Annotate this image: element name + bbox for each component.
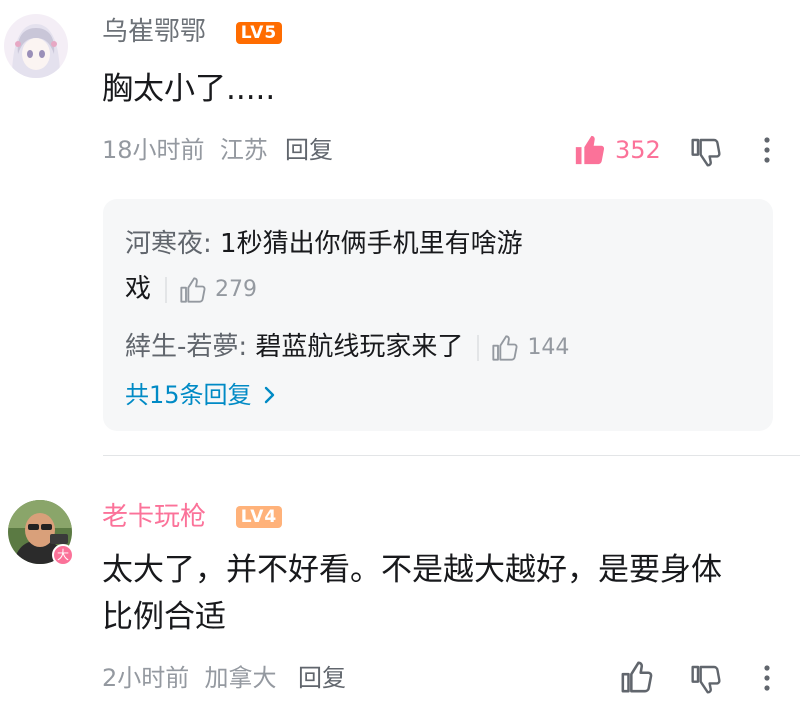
divider <box>103 455 800 456</box>
reply-button[interactable]: 回复 <box>285 135 333 165</box>
chevron-right-icon <box>264 386 274 404</box>
comment-content: 胸太小了..... <box>102 71 276 107</box>
more-replies-label: 共15条回复 <box>125 381 252 409</box>
comment-item: 大 老卡玩枪 LV4 太大了，并不好看。不是越大越好，是要身体 比例合适 2小时… <box>0 460 800 718</box>
sub-reply-like-count: 279 <box>215 276 258 302</box>
level-badge: LV4 <box>236 506 282 528</box>
username[interactable]: 乌崔鄂鄂 <box>102 15 206 49</box>
dislike-icon[interactable] <box>690 135 722 173</box>
comment-time: 18小时前 江苏 <box>102 136 268 164</box>
more-options-icon[interactable] <box>760 663 774 697</box>
username[interactable]: 老卡玩枪 <box>102 500 206 534</box>
sub-reply-author[interactable]: 緈生-若夢 <box>125 332 238 362</box>
sub-reply-text: 碧蓝航线玩家来了 <box>255 332 464 362</box>
comment-location: 江苏 <box>219 136 268 164</box>
like-icon[interactable] <box>620 660 654 698</box>
level-badge: LV5 <box>236 22 282 44</box>
dislike-icon[interactable] <box>690 662 722 700</box>
comment-location: 加拿大 <box>204 664 277 692</box>
comment-item: 乌崔鄂鄂 LV5 胸太小了..... 18小时前 江苏 回复 352 河寒夜: … <box>0 0 800 440</box>
sub-reply-like[interactable]: 144 <box>491 328 569 368</box>
sub-reply-continued: 戏 279 <box>125 269 257 310</box>
sub-reply[interactable]: 河寒夜: 1秒猜出你俩手机里有啥游 <box>125 224 523 264</box>
sub-reply[interactable]: 緈生-若夢: 碧蓝航线玩家来了 144 <box>125 327 569 368</box>
sub-reply-text-cont: 戏 <box>125 274 152 304</box>
comment-content-line: 比例合适 <box>102 599 226 635</box>
sub-reply-author[interactable]: 河寒夜 <box>125 229 203 259</box>
comment-content-line: 太大了，并不好看。不是越大越好，是要身体 <box>102 552 722 588</box>
like-icon[interactable] <box>573 133 607 171</box>
sub-reply-text: 1秒猜出你俩手机里有啥游 <box>220 229 523 259</box>
more-options-icon[interactable] <box>760 135 774 169</box>
avatar[interactable] <box>4 14 68 78</box>
comment-content: 太大了，并不好看。不是越大越好，是要身体 比例合适 <box>102 547 782 641</box>
sub-replies-panel: 河寒夜: 1秒猜出你俩手机里有啥游 戏 279 緈生-若夢: 碧蓝航线玩家来了 14… <box>103 199 773 431</box>
sub-reply-like[interactable]: 279 <box>179 270 257 310</box>
reply-button[interactable]: 回复 <box>298 663 346 693</box>
user-badge: 大 <box>52 544 74 566</box>
comment-time: 2小时前 加拿大 <box>102 664 277 692</box>
like-count: 352 <box>615 136 661 164</box>
like-outline-icon <box>180 276 206 303</box>
sub-reply-like-count: 144 <box>527 334 570 360</box>
more-replies-link[interactable]: 共15条回复 <box>125 379 280 411</box>
like-outline-icon <box>492 334 518 361</box>
